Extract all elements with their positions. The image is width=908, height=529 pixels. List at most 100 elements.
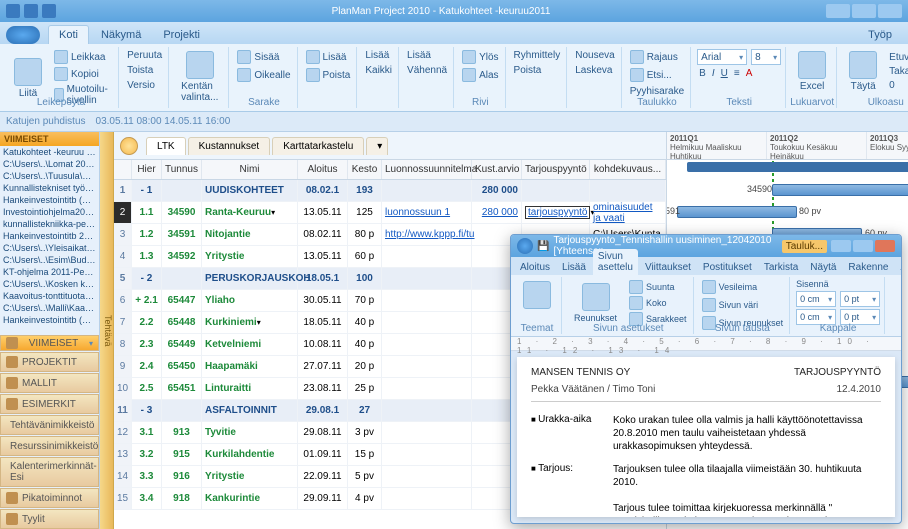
- word-titlebar[interactable]: 💾 Tarjouspyynto_Tennishallin uusiminen_1…: [511, 235, 901, 257]
- word-max-button[interactable]: [853, 240, 873, 252]
- word-ruler[interactable]: 1 · 2 · 3 · 4 · 5 · 6 · 7 · 8 · 9 · 10 ·…: [511, 337, 901, 351]
- nav-button[interactable]: Resurssinimikkeistö: [0, 436, 99, 456]
- word-page[interactable]: MANSEN TENNIS OY TARJOUSPYYNTÖ Pekka Vää…: [517, 357, 895, 517]
- redo-button[interactable]: Toista: [125, 64, 164, 77]
- word-tab[interactable]: Asettelu: [895, 260, 902, 275]
- tab-home[interactable]: Koti: [48, 25, 89, 44]
- cell-kesto[interactable]: 80 p: [348, 224, 382, 245]
- cell-kesto[interactable]: 5 pv: [348, 466, 382, 487]
- sidebar-item[interactable]: Investointiohjelma2011_Pekka: [0, 206, 99, 218]
- cell-luonnos[interactable]: [382, 356, 472, 377]
- word-tab[interactable]: Näytä: [805, 260, 841, 275]
- size-select[interactable]: 8: [751, 49, 781, 65]
- cell-kust[interactable]: 280 000: [472, 202, 522, 223]
- cell-kesto[interactable]: 70 p: [348, 290, 382, 311]
- font-color-button[interactable]: A: [744, 67, 755, 80]
- sidebar-item[interactable]: kunnallistekniikka-pekka: [0, 218, 99, 230]
- font-select[interactable]: Arial: [697, 49, 747, 65]
- cell-nimi[interactable]: Haapamäki: [202, 356, 298, 377]
- margins-button[interactable]: Reunukset: [568, 281, 623, 325]
- field-select-button[interactable]: Kentän valinta...: [175, 49, 224, 105]
- fill-button[interactable]: Täytä: [843, 49, 883, 94]
- sort-asc-button[interactable]: Nouseva: [573, 49, 616, 62]
- cell-aloitus[interactable]: 18.05.1: [298, 268, 348, 289]
- cell-nimi[interactable]: Kankurintie: [202, 488, 298, 509]
- nav-button[interactable]: Tehtävänimikkeistö: [0, 415, 99, 435]
- cell-nimi[interactable]: PERUSKORJAUSKOH: [202, 268, 298, 289]
- orb-button[interactable]: [6, 26, 40, 44]
- col-kohde[interactable]: kohdekuvaus...: [590, 160, 666, 179]
- qat-save-icon[interactable]: [24, 4, 38, 18]
- cell-aloitus[interactable]: 08.02.11: [298, 224, 348, 245]
- cell-kesto[interactable]: 25 p: [348, 378, 382, 399]
- cell-nimi[interactable]: Ranta-Keuruu ▾: [202, 202, 298, 223]
- cell-tunnus[interactable]: 65448: [162, 312, 202, 333]
- cell-hier[interactable]: 3.3: [132, 466, 162, 487]
- move-right-button[interactable]: Oikealle: [235, 67, 292, 83]
- cell-hier[interactable]: - 3: [132, 400, 162, 421]
- tab-kust[interactable]: Kustannukset: [188, 137, 271, 155]
- sidebar-item[interactable]: C:\Users\..\Lomat 2009-2010: [0, 158, 99, 170]
- col-add-button[interactable]: Lisää: [304, 49, 353, 65]
- word-tab[interactable]: Viittaukset: [640, 260, 696, 275]
- fgcolor-button[interactable]: Etuväri: [887, 51, 908, 64]
- cell-nimi[interactable]: Kurkilahdentie: [202, 444, 298, 465]
- paste-button[interactable]: Liitä: [8, 56, 48, 101]
- cell-kesto[interactable]: 20 p: [348, 356, 382, 377]
- cell-nimi[interactable]: Ketvelniemi: [202, 334, 298, 355]
- cell-kesto[interactable]: 27: [348, 400, 382, 421]
- version-button[interactable]: Versio: [125, 79, 164, 92]
- word-min-button[interactable]: [831, 240, 851, 252]
- table-row[interactable]: 1- 1UUDISKOHTEET08.02.1193280 000: [114, 180, 666, 202]
- app-orb-icon[interactable]: [6, 4, 20, 18]
- cell-hier[interactable]: 1.2: [132, 224, 162, 245]
- nav-button[interactable]: Kalenterimerkinnät-Esi: [0, 457, 99, 487]
- space-before-input[interactable]: 0 pt: [840, 291, 880, 307]
- cell-luonnos[interactable]: [382, 422, 472, 443]
- bgcolor-button[interactable]: Takaväri: [887, 65, 908, 78]
- cell-aloitus[interactable]: 27.07.11: [298, 356, 348, 377]
- cell-tunnus[interactable]: 65447: [162, 290, 202, 311]
- cell-nimi[interactable]: Yliaho: [202, 290, 298, 311]
- col-nimi[interactable]: Nimi: [202, 160, 298, 179]
- excel-button[interactable]: Excel: [792, 49, 832, 94]
- cell-kesto[interactable]: 15 p: [348, 444, 382, 465]
- cell-tunnus[interactable]: 916: [162, 466, 202, 487]
- cell-hier[interactable]: - 1: [132, 180, 162, 201]
- cell-hier[interactable]: 1.1: [132, 202, 162, 223]
- cell-aloitus[interactable]: 22.09.11: [298, 466, 348, 487]
- word-tab[interactable]: Lisää: [557, 260, 591, 275]
- tab-kartta[interactable]: Karttatarkastelu: [272, 137, 364, 155]
- align-button[interactable]: ≡: [732, 67, 742, 80]
- word-tab[interactable]: Postitukset: [698, 260, 757, 275]
- cell-nimi[interactable]: Nitojantie: [202, 224, 298, 245]
- cell-tunnus[interactable]: [162, 400, 202, 421]
- cell-aloitus[interactable]: 29.08.11: [298, 422, 348, 443]
- cell-nimi[interactable]: Linturaitti: [202, 378, 298, 399]
- cell-nimi[interactable]: Yritystie: [202, 246, 298, 267]
- cell-luonnos[interactable]: [382, 268, 472, 289]
- col-tarj[interactable]: Tarjouspyyntö: [522, 160, 590, 179]
- col-kesto[interactable]: Kesto: [348, 160, 382, 179]
- cell-tunnus[interactable]: 918: [162, 488, 202, 509]
- pagecolor-button[interactable]: Sivun väri: [700, 297, 786, 313]
- cell-hier[interactable]: 2.4: [132, 356, 162, 377]
- minimize-button[interactable]: [826, 4, 850, 18]
- cell-hier[interactable]: 3.2: [132, 444, 162, 465]
- col-del-button[interactable]: Poista: [304, 67, 353, 83]
- word-tab[interactable]: Tarkista: [759, 260, 803, 275]
- move-in-button[interactable]: Sisää: [235, 49, 292, 65]
- cell-hier[interactable]: 2.3: [132, 334, 162, 355]
- nav-button[interactable]: PROJEKTIT: [0, 352, 99, 372]
- cell-kesto[interactable]: 60 p: [348, 246, 382, 267]
- cell-aloitus[interactable]: 29.09.11: [298, 488, 348, 509]
- col-hier[interactable]: Hier: [132, 160, 162, 179]
- size-button[interactable]: Koko: [627, 295, 689, 311]
- ungroup-button[interactable]: Poista: [512, 64, 563, 77]
- close-button[interactable]: [878, 4, 902, 18]
- sidebar-item[interactable]: Hankeinvestointitb (2000000: [0, 314, 99, 326]
- cell-nimi[interactable]: Kurkiniemi ▾: [202, 312, 298, 333]
- width-all-button[interactable]: Kaikki: [363, 64, 394, 77]
- cell-aloitus[interactable]: 01.09.11: [298, 444, 348, 465]
- col-kust[interactable]: Kust.arvio: [472, 160, 522, 179]
